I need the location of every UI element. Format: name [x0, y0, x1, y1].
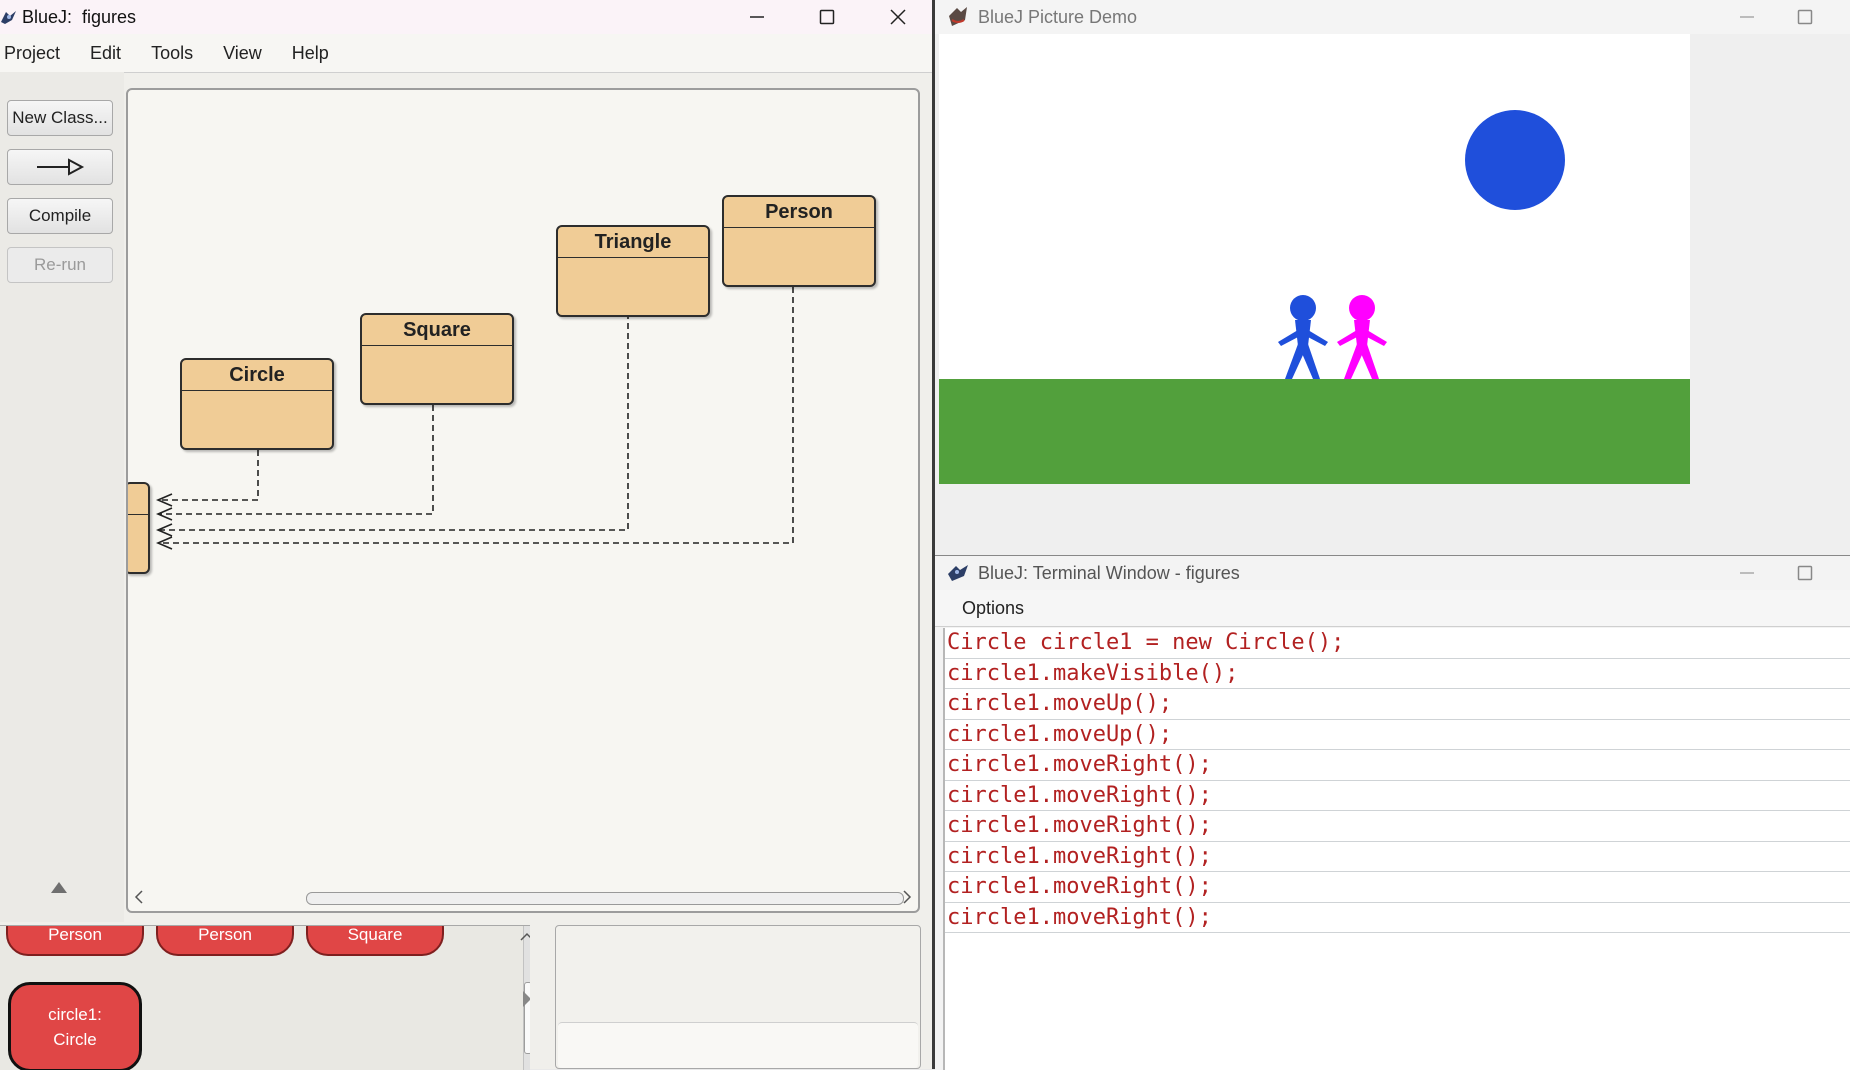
code-pad[interactable]	[555, 925, 921, 1069]
menu-help[interactable]: Help	[292, 43, 329, 64]
object-label: circle1:	[48, 1005, 102, 1024]
class-circle[interactable]: Circle	[180, 358, 334, 450]
terminal-output[interactable]: Circle circle1 = new Circle(); circle1.m…	[943, 628, 1850, 1070]
expand-right-triangle-icon[interactable]	[522, 990, 530, 1008]
object-square[interactable]: Square	[306, 925, 444, 956]
object-type: Circle	[53, 1030, 97, 1049]
inheritance-arrow-icon	[37, 158, 85, 176]
terminal-menu-bar: Options	[935, 590, 1850, 627]
class-name: Circle	[182, 360, 332, 391]
picture-canvas	[939, 34, 1690, 484]
terminal-line: circle1.moveUp();	[945, 720, 1850, 750]
window-title: BlueJ Picture Demo	[978, 6, 1138, 27]
class-person[interactable]: Person	[722, 195, 876, 287]
horizontal-scrollbar[interactable]	[130, 885, 916, 909]
new-class-button[interactable]: New Class...	[7, 100, 113, 136]
terminal-window: BlueJ: Terminal Window - figures Options…	[935, 555, 1850, 1070]
class-box-partial[interactable]	[128, 482, 150, 574]
maximize-icon[interactable]	[1771, 0, 1839, 34]
rerun-button[interactable]: Re-run	[7, 247, 113, 283]
bluej-bird-icon	[1, 11, 16, 24]
class-triangle[interactable]: Triangle	[556, 225, 710, 317]
terminal-line: circle1.moveRight();	[945, 750, 1850, 781]
menu-project[interactable]: Project	[4, 43, 60, 64]
inheritance-arrow-button[interactable]	[7, 149, 113, 185]
terminal-line: circle1.moveRight();	[945, 872, 1850, 903]
grass	[939, 379, 1690, 484]
terminal-titlebar: BlueJ: Terminal Window - figures	[935, 556, 1850, 590]
class-name: Person	[724, 197, 874, 228]
terminal-line: circle1.moveRight();	[945, 811, 1850, 842]
class-diagram: Circle Square Triangle Person	[126, 88, 920, 913]
maximize-icon[interactable]	[793, 0, 861, 34]
object-label: Person	[198, 925, 252, 944]
java-cup-icon	[949, 7, 967, 26]
window-title: BlueJ: figures	[22, 6, 137, 27]
picture-titlebar: BlueJ Picture Demo	[935, 0, 1850, 34]
menu-tools[interactable]: Tools	[151, 43, 193, 64]
class-name: Square	[362, 315, 512, 346]
class-square[interactable]: Square	[360, 313, 514, 405]
object-bench: Person Person Square circle1: Circle	[0, 925, 530, 1070]
terminal-line: Circle circle1 = new Circle();	[945, 628, 1850, 659]
close-icon[interactable]	[864, 0, 932, 34]
menu-view[interactable]: View	[223, 43, 262, 64]
object-label: Square	[347, 925, 403, 944]
scroll-right-icon[interactable]	[902, 890, 912, 904]
code-pad-input[interactable]	[558, 1022, 918, 1068]
class-name: Triangle	[558, 227, 708, 258]
object-person-1[interactable]: Person	[6, 925, 144, 956]
window-title: BlueJ: Terminal Window - figures	[978, 562, 1240, 583]
scroll-left-icon[interactable]	[134, 890, 144, 904]
sky	[939, 34, 1690, 379]
menu-options[interactable]: Options	[962, 598, 1024, 619]
maximize-icon[interactable]	[1771, 556, 1839, 590]
terminal-line: circle1.moveRight();	[945, 903, 1850, 933]
collapse-up-triangle-icon[interactable]	[50, 880, 68, 894]
scroll-up-icon[interactable]	[520, 932, 530, 942]
sun-circle	[1465, 110, 1565, 210]
menu-edit[interactable]: Edit	[90, 43, 121, 64]
terminal-line: circle1.moveUp();	[945, 689, 1850, 720]
minimize-icon[interactable]	[723, 0, 791, 34]
object-circle1[interactable]: circle1: Circle	[8, 982, 142, 1070]
object-label: Person	[48, 925, 102, 944]
bluej-bird-icon	[948, 565, 968, 581]
terminal-line: circle1.moveRight();	[945, 781, 1850, 811]
bluej-main-window: BlueJ: figures Project Edit Tools View H…	[0, 0, 935, 1070]
menu-bar: Project Edit Tools View Help	[0, 34, 932, 73]
bluej-titlebar: BlueJ: figures	[0, 0, 932, 34]
picture-demo-window: BlueJ Picture Demo	[935, 0, 1850, 555]
compile-button[interactable]: Compile	[7, 198, 113, 234]
object-person-2[interactable]: Person	[156, 925, 294, 956]
picture-scene	[939, 34, 1690, 484]
terminal-line: circle1.moveRight();	[945, 842, 1850, 872]
terminal-line: circle1.makeVisible();	[945, 659, 1850, 689]
scroll-thumb[interactable]	[306, 892, 904, 905]
toolbar: New Class... Compile Re-run	[0, 72, 124, 922]
